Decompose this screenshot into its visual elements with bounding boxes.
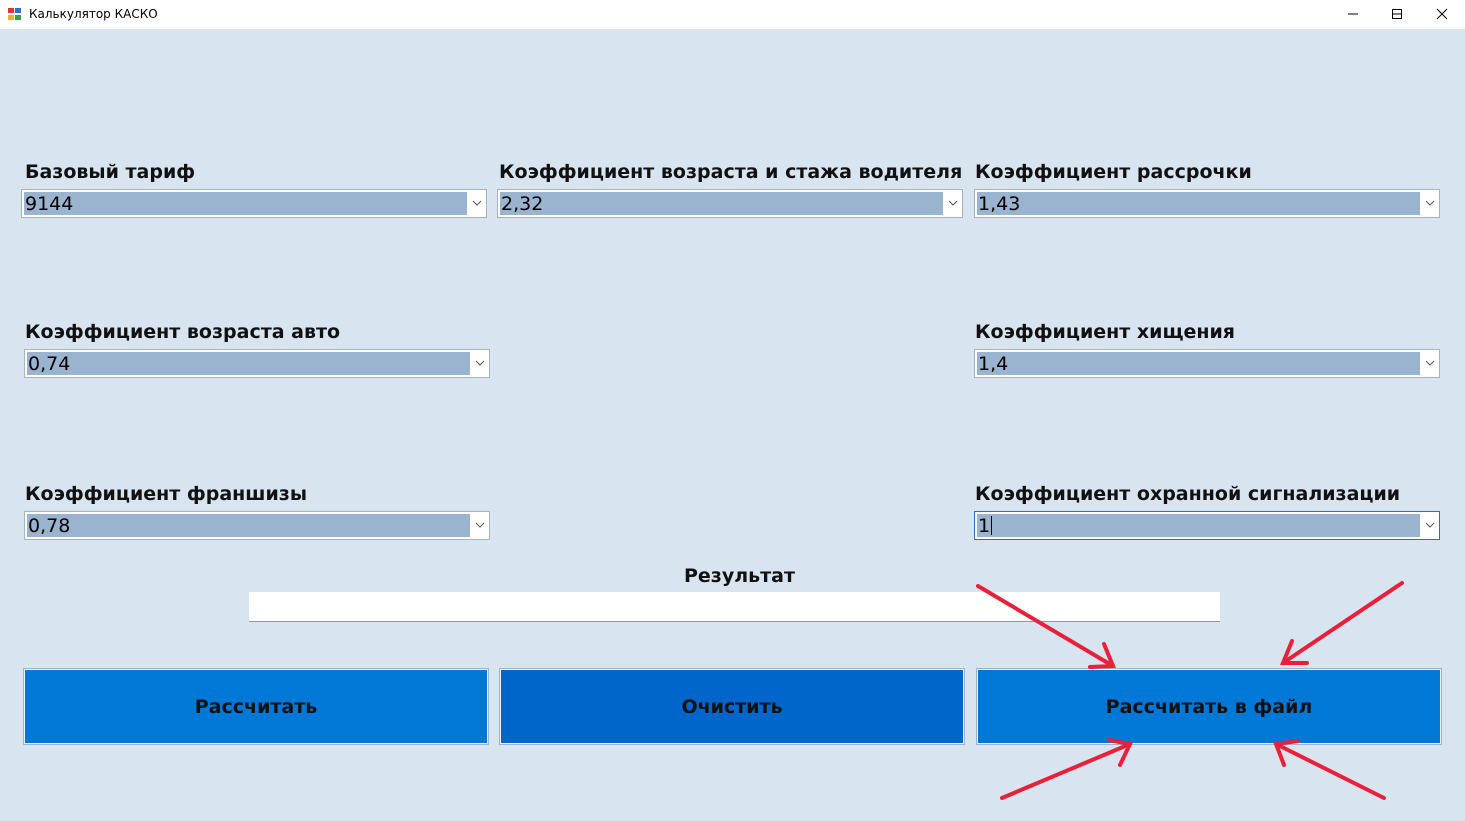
theft-label: Коэффициент хищения	[975, 321, 1235, 343]
app-icon	[8, 8, 21, 20]
result-field[interactable]	[249, 592, 1220, 622]
calculate-to-file-button[interactable]: Рассчитать в файл	[976, 668, 1442, 745]
maximize-icon	[1392, 9, 1402, 19]
arrow-bottom-right	[1273, 739, 1386, 800]
calculate-button[interactable]: Рассчитать	[23, 668, 489, 745]
text-caret	[991, 516, 993, 535]
alarm-value-text: 1	[978, 515, 991, 537]
close-icon	[1436, 8, 1448, 20]
driver-age-experience-label: Коэффициент возраста и стажа водителя	[499, 161, 963, 183]
base-tariff-label: Базовый тариф	[25, 161, 196, 183]
close-button[interactable]	[1419, 0, 1465, 29]
arrow-top-right	[1280, 581, 1404, 665]
title-bar: Калькулятор КАСКО	[0, 0, 1465, 29]
chevron-down-icon[interactable]	[1421, 350, 1439, 377]
franchise-select[interactable]: 0,78	[24, 511, 490, 540]
installment-label: Коэффициент рассрочки	[975, 161, 1252, 183]
result-label: Результат	[684, 565, 796, 587]
base-tariff-select[interactable]: 9144	[21, 189, 487, 218]
franchise-value: 0,78	[27, 514, 470, 537]
chevron-down-icon[interactable]	[468, 190, 486, 217]
chevron-down-icon[interactable]	[471, 350, 489, 377]
car-age-label: Коэффициент возраста авто	[25, 321, 341, 343]
car-age-select[interactable]: 0,74	[24, 349, 490, 378]
window-title: Калькулятор КАСКО	[29, 7, 158, 21]
driver-age-experience-value: 2,32	[500, 192, 943, 215]
arrow-bottom-left	[1000, 738, 1133, 800]
alarm-label: Коэффициент охранной сигнализации	[975, 483, 1401, 505]
theft-select[interactable]: 1,4	[974, 349, 1440, 378]
clear-button[interactable]: Очистить	[499, 668, 965, 745]
minimize-button-area[interactable]	[1330, 0, 1376, 29]
chevron-down-icon[interactable]	[944, 190, 962, 217]
minimize-icon	[1348, 13, 1358, 15]
franchise-label: Коэффициент франшизы	[25, 483, 308, 505]
chevron-down-icon[interactable]	[1421, 190, 1439, 217]
chevron-down-icon[interactable]	[471, 512, 489, 539]
car-age-value: 0,74	[27, 352, 470, 375]
base-tariff-value: 9144	[24, 192, 467, 215]
installment-value: 1,43	[977, 192, 1420, 215]
maximize-button[interactable]	[1374, 0, 1420, 29]
chevron-down-icon[interactable]	[1421, 512, 1439, 539]
theft-value: 1,4	[977, 352, 1420, 375]
driver-age-experience-select[interactable]: 2,32	[497, 189, 963, 218]
alarm-value: 1	[977, 514, 1420, 537]
installment-select[interactable]: 1,43	[974, 189, 1440, 218]
alarm-select[interactable]: 1	[974, 511, 1440, 540]
